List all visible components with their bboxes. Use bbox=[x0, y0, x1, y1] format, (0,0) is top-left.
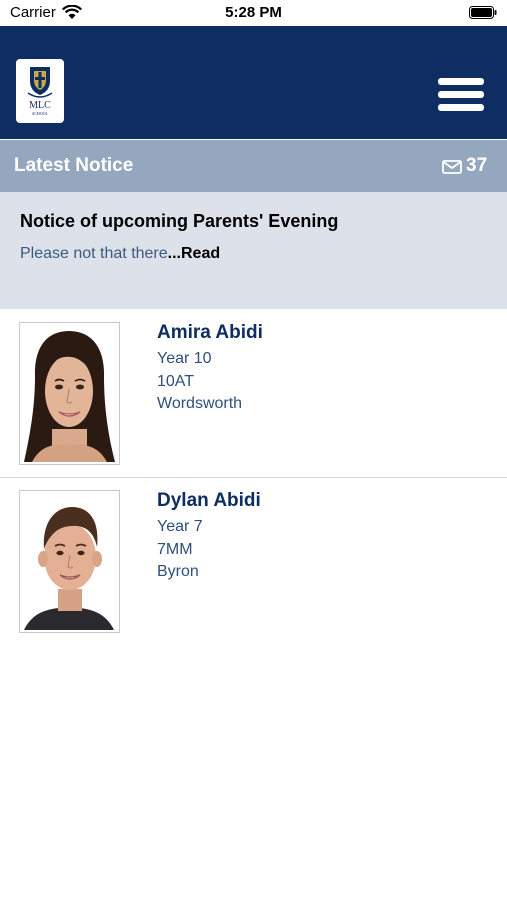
student-form: 7MM bbox=[157, 541, 193, 558]
crest-icon: MLC SCHOOL bbox=[27, 67, 53, 116]
student-name: Dylan Abidi bbox=[157, 490, 261, 511]
student-name: Amira Abidi bbox=[157, 322, 263, 343]
latest-notice-title: Latest Notice bbox=[14, 155, 134, 176]
student-house: Byron bbox=[157, 563, 199, 580]
notice-count-badge[interactable]: 37 bbox=[466, 155, 487, 177]
student-house: Wordsworth bbox=[157, 395, 243, 412]
battery-icon bbox=[469, 6, 497, 19]
school-logo: MLC SCHOOL bbox=[16, 59, 64, 123]
latest-notice-bar[interactable]: Latest Notice bbox=[0, 140, 507, 192]
student-portrait-image bbox=[22, 493, 117, 630]
student-form: 10AT bbox=[157, 373, 195, 390]
status-bar: Carrier 5:28 PM bbox=[0, 0, 507, 26]
student-portrait-image bbox=[22, 325, 117, 462]
student-row[interactable]: Dylan Abidi Year 7 7MM Byron bbox=[0, 477, 507, 645]
student-photo bbox=[19, 322, 120, 465]
student-year: Year 10 bbox=[157, 350, 212, 367]
envelope-icon[interactable] bbox=[442, 160, 462, 174]
student-photo bbox=[19, 490, 120, 633]
hamburger-menu-icon[interactable] bbox=[436, 74, 486, 114]
student-year: Year 7 bbox=[157, 518, 203, 535]
notice-snippet-text: Please not that there bbox=[20, 245, 168, 262]
student-row[interactable]: Amira Abidi Year 10 10AT Wordsworth bbox=[0, 309, 507, 477]
read-more-link[interactable]: ...Read bbox=[168, 245, 220, 262]
app-header: MLC SCHOOL bbox=[0, 26, 507, 139]
notice-title: Notice of upcoming Parents' Evening bbox=[20, 211, 339, 231]
svg-text:MLC: MLC bbox=[29, 100, 51, 111]
clock: 5:28 PM bbox=[225, 4, 282, 21]
svg-text:SCHOOL: SCHOOL bbox=[32, 111, 49, 116]
notice-card[interactable]: Notice of upcoming Parents' Evening Plea… bbox=[0, 192, 507, 309]
notice-snippet: Please not that there...Read bbox=[20, 245, 220, 263]
